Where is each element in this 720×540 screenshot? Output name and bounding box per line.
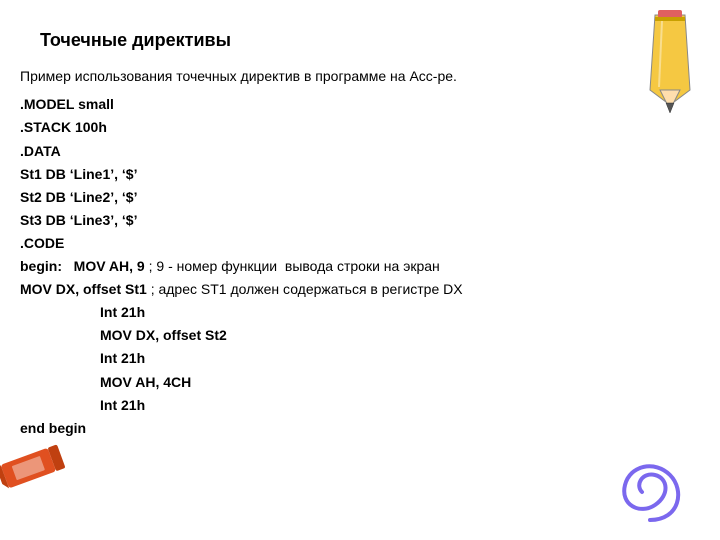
code-line-9: MOV DX, offset St1 ; адрес ST1 должен со… [20, 278, 680, 301]
slide-content: Пример использования точечных директив в… [20, 65, 680, 440]
code-line-6: St3 DB ‘Line3’, ‘$’ [20, 209, 680, 232]
code-line-5: St2 DB ‘Line2’, ‘$’ [20, 186, 680, 209]
slide-title: Точечные директивы [40, 30, 680, 51]
code-line-13: MOV AH, 4CH [100, 371, 680, 394]
comment-1: ; 9 - номер функции вывода строки на экр… [149, 258, 440, 274]
code-line-8: begin: MOV AH, 9 ; 9 - номер функции выв… [20, 255, 680, 278]
pencil-bottom-left-decoration [0, 430, 90, 510]
slide-container: Точечные директивы Пример использования … [0, 0, 720, 540]
code-line-7: .CODE [20, 232, 680, 255]
intro-text: Пример использования точечных директив в… [20, 65, 680, 87]
pencil-top-right-decoration [640, 5, 700, 115]
code-line-15: end begin [20, 417, 680, 440]
code-line-4: St1 DB ‘Line1’, ‘$’ [20, 163, 680, 186]
code-line-10: Int 21h [100, 301, 680, 324]
code-line-14: Int 21h [100, 394, 680, 417]
code-line-11: MOV DX, offset St2 [100, 324, 680, 347]
code-line-12: Int 21h [100, 347, 680, 370]
code-block: .MODEL small .STACK 100h .DATA St1 DB ‘L… [20, 93, 680, 439]
comment-2: ; адрес ST1 должен содержаться в регистр… [151, 281, 463, 297]
swirl-bottom-right-decoration [610, 450, 690, 530]
code-line-3: .DATA [20, 140, 680, 163]
code-line-2: .STACK 100h [20, 116, 680, 139]
code-line-1: .MODEL small [20, 93, 680, 116]
